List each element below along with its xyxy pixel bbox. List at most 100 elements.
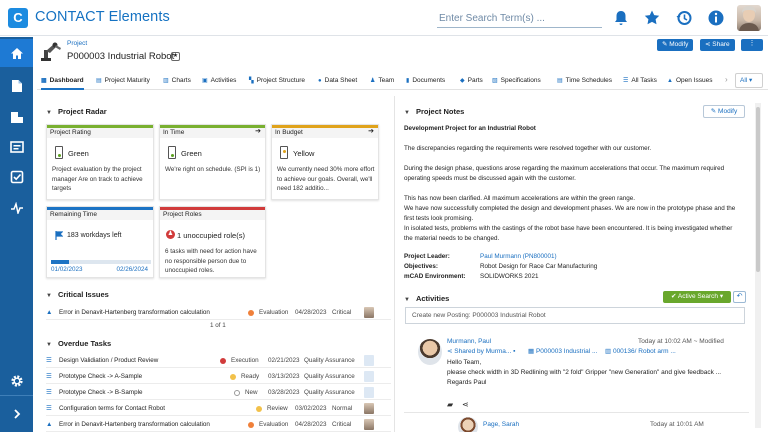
table-row[interactable]: ☰ Prototype Check -> B-Sample New 03/28/… [46,385,391,400]
scrollbar-thumb[interactable] [756,107,760,272]
post-reference-part[interactable]: ▥ 000136/ Robot arm ... [605,347,676,357]
history-icon[interactable] [675,9,693,27]
more-options-button[interactable]: ⋮ [741,39,763,51]
critical-issues-header[interactable]: ▼ Critical Issues [46,290,109,299]
collapse-icon: ▼ [46,293,52,299]
tab-parts[interactable]: ◆ Parts [460,72,483,90]
project-notes-header[interactable]: ▼ Project Notes [404,107,464,116]
chevron-down-icon: ▾ [719,293,724,300]
roles-text: 6 tasks with need for action have no res… [165,248,257,274]
search-input[interactable] [437,9,602,28]
table-row[interactable]: ▲ Error in Denavit-Hartenberg transforma… [46,305,391,320]
notes-modify-button[interactable]: ✎ Modify [703,105,745,118]
comment-icon[interactable]: ▰ [447,400,453,409]
sidebar-item-documents[interactable] [0,72,33,100]
tab-label: Dashboard [49,77,84,84]
project-rating-card[interactable]: Project Rating Green Project evaluation … [46,124,154,200]
star-icon[interactable] [643,9,661,27]
notes-scrollbar[interactable] [755,103,761,428]
project-roles-card[interactable]: Project Roles ♟ 1 unoccupied role(s) 6 t… [159,206,266,278]
favorite-star-button[interactable]: ★ [171,52,180,61]
page-title: P000003 Industrial Robot [67,51,175,62]
tab-label: Specifications [500,77,541,84]
task-name: Prototype Check -> A-Sample [59,373,143,380]
remaining-progress-bar [51,260,151,264]
post-author[interactable]: Murmann, Paul [447,337,491,347]
bell-icon[interactable] [612,9,630,27]
post-shared-by[interactable]: ⋖ Shared by Murma... ▪ [447,347,515,357]
sidebar-expand-button[interactable] [0,399,33,429]
table-row[interactable]: ▲ Error in Denavit-Hartenberg transforma… [46,417,391,432]
sidebar-item-home[interactable] [0,39,33,67]
share-post-icon[interactable]: ⋖ [462,400,469,409]
table-row[interactable]: ☰ Design Validiation / Product Review Ex… [46,353,391,368]
info-icon[interactable] [707,9,725,27]
in-budget-card[interactable]: In Budget ➔ Yellow We currently need 30%… [271,124,379,200]
reference-text: 000136/ Robot arm ... [612,348,676,355]
sidebar-item-structure[interactable] [0,103,33,131]
collapse-icon: ▼ [46,342,52,348]
task-group: Quality Assurance [304,357,355,364]
post-body-line: please check width in 3D Redlining with … [447,369,722,376]
tab-project-structure[interactable]: ▚ Project Structure [249,72,305,90]
overdue-tasks-header[interactable]: ▼ Overdue Tasks [46,339,111,348]
avatar[interactable] [418,339,442,365]
app-title[interactable]: CONTACT Elements [35,9,170,25]
app-logo[interactable]: C [8,8,28,28]
active-search-button[interactable]: ✔ Active Search ▾ [663,291,731,303]
tab-all-tasks[interactable]: ☰ All Tasks [623,72,657,90]
rating-status: Green [68,149,89,158]
post-modified: Modified [699,338,724,345]
sidebar-item-analytics[interactable] [0,194,33,222]
sidebar-item-tasks[interactable] [0,163,33,191]
sidebar-item-settings[interactable] [0,367,33,395]
activities-icon: ▣ [202,78,208,84]
issue-name: Error in Denavit-Hartenberg transformati… [59,309,210,316]
tab-activities[interactable]: ▣ Activities [202,72,236,90]
reply-arrow-icon[interactable]: ↶ [733,291,746,303]
all-tabs-dropdown[interactable]: All ▾ [735,73,763,88]
checklist-icon [10,170,23,184]
new-posting-input[interactable] [405,307,745,324]
issue-icon: ▲ [46,421,53,428]
group-icon [364,355,374,366]
tab-dashboard[interactable]: ▦ Dashboard [41,72,84,90]
tabs-scroll-right-icon[interactable]: › [725,75,728,84]
info-icon: ● [318,78,322,84]
tab-data-sheet[interactable]: ● Data Sheet [318,72,357,90]
tab-project-maturity[interactable]: ▤ Project Maturity [96,72,150,90]
user-avatar[interactable] [737,5,761,31]
team-icon: ♟ [370,78,376,84]
tab-open-issues[interactable]: ▲ Open Issues [667,72,712,90]
project-leader-link[interactable]: Paul Murmann (PN800001) [480,253,557,260]
tab-documents[interactable]: ▮ Documents [406,72,445,90]
breadcrumb[interactable]: Project [67,40,87,47]
status-dot [256,406,262,412]
group-icon [364,387,374,398]
tab-team[interactable]: ♟ Team [370,72,394,90]
modify-button[interactable]: ✎ Modify [657,39,694,51]
collapse-icon: ▼ [46,110,52,116]
specification-icon: ▧ [492,78,498,84]
table-row[interactable]: ☰ Configuration terms for Contact Robot … [46,401,391,416]
task-name: Prototype Check -> B-Sample [59,389,143,396]
in-time-card[interactable]: In Time ➔ Green We're right on schedule.… [159,124,266,200]
tab-charts[interactable]: ▥ Charts [163,72,191,90]
tab-specifications[interactable]: ▧ Specifications [492,72,541,90]
remaining-time-card[interactable]: Remaining Time 183 workdays left 01/02/2… [46,206,154,278]
table-row[interactable]: ☰ Prototype Check -> A-Sample Ready 03/1… [46,369,391,384]
activities-header[interactable]: ▼ Activities [404,294,449,303]
top-bar: C CONTACT Elements [0,0,768,36]
avatar[interactable] [458,417,478,432]
status-dot [234,390,240,396]
tab-time-schedules[interactable]: ▤ Time Schedules [557,72,612,90]
tab-label: Parts [467,77,483,84]
workspace-icon [9,141,24,153]
task-group: Quality Assurance [304,373,355,380]
post-reference-project[interactable]: ▦ P000003 Industrial ... [528,347,597,357]
post-author[interactable]: Page, Sarah [483,420,519,430]
share-button[interactable]: ⋖ Share [700,39,735,51]
tab-label: Activities [210,77,237,84]
project-radar-header[interactable]: ▼ Project Radar [46,107,107,116]
sidebar-item-workspace[interactable] [0,133,33,161]
